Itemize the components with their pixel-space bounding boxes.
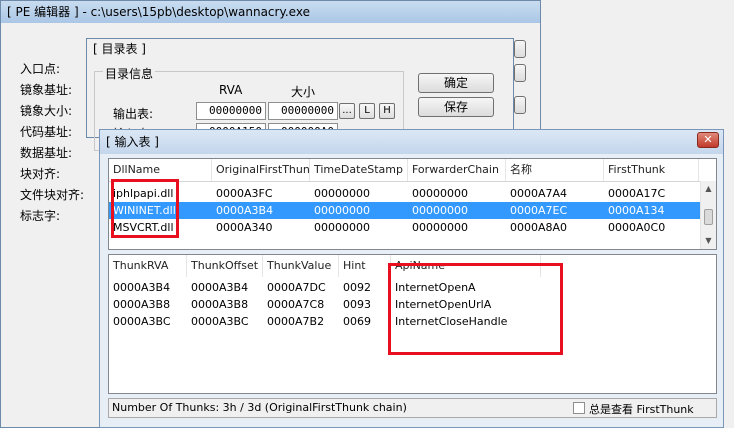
scroll-down-icon[interactable]: ▼: [701, 233, 716, 249]
status-bar: Number Of Thunks: 3h / 3d (OriginalFirst…: [108, 398, 717, 418]
dll-cell: 0000A8A0: [510, 221, 568, 234]
label-data-base: 数据基址:: [20, 146, 73, 160]
highlight-box-apiname: [388, 263, 563, 355]
label-code-base: 代码基址:: [20, 125, 73, 139]
dll-cell: 00000000: [314, 221, 370, 234]
main-side-button-1[interactable]: [514, 40, 526, 58]
column-header-rva: RVA: [219, 83, 243, 97]
thunk-cell: 0000A3BC: [113, 315, 171, 328]
thunk-col-thunkrva[interactable]: ThunkRVA: [109, 255, 187, 277]
thunk-cell: 0000A7B2: [267, 315, 325, 328]
highlight-box-dllname: [111, 179, 179, 238]
first-thunk-checkbox-label[interactable]: 总是查看 FirstThunk: [589, 401, 694, 417]
export-l-button[interactable]: L: [359, 103, 375, 119]
pe-editor-title: [ PE 编辑器 ] - c:\users\15pb\desktop\wanna…: [7, 5, 310, 19]
main-side-button-3[interactable]: [514, 96, 526, 114]
dll-cell: 00000000: [412, 221, 468, 234]
label-image-base: 镜象基址:: [20, 83, 73, 97]
label-image-size: 镜象大小:: [20, 104, 73, 118]
first-thunk-checkbox[interactable]: [573, 402, 585, 414]
thunk-cell: 0000A3BC: [191, 315, 249, 328]
export-h-button[interactable]: H: [379, 103, 395, 119]
thunk-cell: 0000A3B8: [113, 298, 171, 311]
label-flags: 标志字:: [20, 209, 61, 223]
table-row-selected[interactable]: WININET.dll 0000A3B4 00000000 00000000 0…: [109, 202, 700, 219]
close-icon[interactable]: ✕: [697, 132, 719, 148]
dll-list-scrollbar[interactable]: ▲ ▼: [700, 181, 716, 249]
dll-col-firstthunk[interactable]: FirstThunk: [604, 159, 699, 181]
export-rva-field[interactable]: 00000000: [196, 102, 266, 120]
export-browse-button[interactable]: ...: [339, 103, 355, 119]
column-header-size: 大小: [291, 85, 316, 99]
dll-col-name[interactable]: 名称: [506, 159, 604, 181]
thunk-cell: 0092: [343, 281, 371, 294]
dll-cell: 0000A7A4: [510, 187, 568, 200]
thunk-cell: 0093: [343, 298, 371, 311]
thunk-cell: 0000A7DC: [267, 281, 326, 294]
table-row[interactable]: MSVCRT.dll 0000A340 00000000 00000000 00…: [109, 219, 700, 236]
dll-cell: 0000A0C0: [608, 221, 666, 234]
label-file-alignment: 文件块对齐:: [20, 188, 85, 202]
scroll-up-icon[interactable]: ▲: [701, 181, 716, 197]
directory-titlebar[interactable]: [ 目录表 ]: [87, 39, 513, 59]
ok-button[interactable]: 确定: [418, 73, 494, 93]
status-text: Number Of Thunks: 3h / 3d (OriginalFirst…: [112, 401, 407, 414]
dll-cell: 00000000: [412, 187, 468, 200]
main-side-button-2[interactable]: [514, 64, 526, 82]
import-titlebar[interactable]: [ 输入表 ] ✕: [100, 130, 723, 154]
dll-cell: 00000000: [314, 187, 370, 200]
dll-cell: 0000A3FC: [216, 187, 273, 200]
dll-col-originalfirstthunk[interactable]: OriginalFirstThunk: [212, 159, 310, 181]
dll-col-dllname[interactable]: DllName: [109, 159, 212, 181]
thunk-cell: 0069: [343, 315, 371, 328]
table-row[interactable]: iphlpapi.dll 0000A3FC 00000000 00000000 …: [109, 185, 700, 202]
directory-table-window: [ 目录表 ] 目录信息 RVA 大小 输出表: 00000000 000000…: [86, 38, 514, 151]
dll-cell: 0000A3B4: [216, 204, 274, 217]
dll-cell: 0000A340: [216, 221, 273, 234]
label-section-alignment: 块对齐:: [20, 167, 61, 181]
thunk-cell: 0000A3B4: [191, 281, 249, 294]
thunk-col-thunkvalue[interactable]: ThunkValue: [263, 255, 339, 277]
save-button[interactable]: 保存: [418, 97, 494, 117]
label-entry-point: 入口点:: [20, 62, 61, 76]
dll-cell: 0000A7EC: [510, 204, 568, 217]
dll-col-timedatestamp[interactable]: TimeDateStamp: [310, 159, 408, 181]
thunk-col-hint[interactable]: Hint: [339, 255, 391, 277]
directory-group-label: 目录信息: [103, 65, 156, 82]
dll-cell: 00000000: [314, 204, 370, 217]
pe-editor-titlebar[interactable]: [ PE 编辑器 ] - c:\users\15pb\desktop\wanna…: [1, 1, 540, 23]
label-export-table: 输出表:: [113, 107, 154, 121]
import-title: [ 输入表 ]: [106, 135, 159, 149]
thunk-cell: 0000A3B8: [191, 298, 249, 311]
dll-list-header: DllName OriginalFirstThunk TimeDateStamp…: [109, 159, 716, 182]
scroll-thumb[interactable]: [704, 209, 713, 225]
dll-col-forwarderchain[interactable]: ForwarderChain: [408, 159, 506, 181]
dll-cell: 0000A134: [608, 204, 665, 217]
thunk-cell: 0000A7C8: [267, 298, 325, 311]
export-size-field[interactable]: 00000000: [268, 102, 338, 120]
import-table-window: [ 输入表 ] ✕ DllName OriginalFirstThunk Tim…: [99, 129, 724, 428]
dll-cell: 00000000: [412, 204, 468, 217]
thunk-col-thunkoffset[interactable]: ThunkOffset: [187, 255, 263, 277]
dll-list[interactable]: DllName OriginalFirstThunk TimeDateStamp…: [108, 158, 717, 250]
dll-cell: 0000A17C: [608, 187, 666, 200]
directory-title: [ 目录表 ]: [93, 42, 146, 56]
thunk-cell: 0000A3B4: [113, 281, 171, 294]
